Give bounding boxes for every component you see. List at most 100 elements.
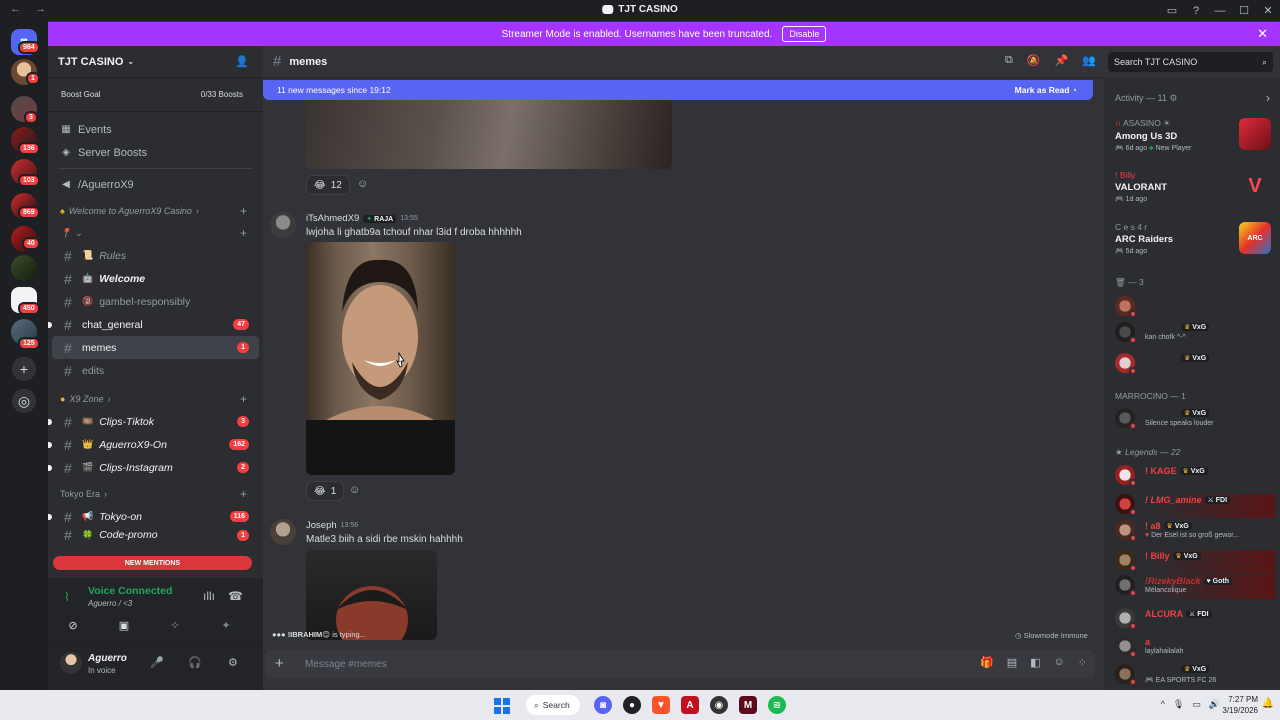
notifications-muted-icon[interactable]: 🔕: [1027, 54, 1041, 67]
system-clock[interactable]: 7:27 PM 3/19/2026: [1222, 694, 1258, 716]
volume-icon[interactable]: 🔊: [1209, 699, 1220, 710]
minimize-button[interactable]: —: [1208, 5, 1232, 17]
member-item[interactable]: ♛ VxG: [1115, 353, 1275, 377]
voice-channel-label[interactable]: Aguerro / <3: [88, 599, 132, 608]
category-x9zone[interactable]: ● X9 Zone › +: [48, 388, 263, 410]
activity-card[interactable]: ! Billy VALORANT 🎮 1d ago V: [1115, 170, 1275, 203]
server-boosts-link[interactable]: ◈ Server Boosts: [48, 141, 263, 164]
reaction-chip[interactable]: 😂 1: [306, 481, 345, 501]
add-reaction-icon[interactable]: ☺: [349, 484, 360, 496]
inbox-icon[interactable]: ▭: [1160, 4, 1184, 17]
member-item[interactable]: ! Billy ♛ VxG: [1115, 550, 1275, 574]
category-welcome[interactable]: ♠ Welcome to AguerroX9 Casino › +: [48, 200, 263, 222]
member-item[interactable]: [1115, 296, 1275, 320]
activity-card[interactable]: C e s 4 r ARC Raiders 🎮 5d ago ARC: [1115, 222, 1275, 255]
screen-share-button[interactable]: ▣: [99, 616, 149, 634]
member-item[interactable]: ♛ VxG kan chofk ^-^: [1115, 322, 1275, 346]
avatar[interactable]: [60, 652, 82, 674]
channel-clips-tiktok[interactable]: # 🎞️ Clips-Tiktok 3: [48, 410, 259, 433]
channel-clips-instagram[interactable]: # 🎬 Clips-Instagram 2: [48, 456, 259, 479]
channel-aguerrox9-on[interactable]: # 👑 AguerroX9-On 162: [48, 433, 259, 456]
channel-gambel-responsibly[interactable]: # 🔞 gambel-responsibly: [52, 290, 259, 313]
message-input[interactable]: [305, 656, 905, 672]
new-mentions-pill[interactable]: NEW MENTIONS: [53, 556, 252, 570]
username[interactable]: Aguerro: [88, 653, 127, 664]
server-icon[interactable]: [11, 255, 37, 281]
maximize-button[interactable]: ☐: [1232, 4, 1256, 17]
message-image[interactable]: [306, 550, 437, 640]
emoji-icon[interactable]: ☺: [1054, 656, 1065, 669]
deafened-icon[interactable]: 🎧: [188, 656, 202, 669]
add-channel-icon[interactable]: +: [240, 487, 247, 501]
channel-memes[interactable]: # memes 1: [52, 336, 259, 359]
threads-icon[interactable]: ⧉: [1005, 54, 1013, 67]
author-name[interactable]: iTsAhmedX9: [306, 213, 359, 224]
mark-as-read-button[interactable]: Mark as Read ◔: [1015, 85, 1077, 95]
activities-button[interactable]: ⁘: [150, 616, 200, 634]
channel-rules[interactable]: # 📜 Rules: [52, 244, 259, 267]
channel-tokyo-on[interactable]: # 📢 Tokyo-on 116: [48, 505, 259, 528]
pinned-icon[interactable]: 📌: [1055, 54, 1069, 67]
member-item[interactable]: !RizekyBlack ♥ Goth Mélancolique: [1115, 575, 1275, 599]
member-item[interactable]: ! KAGE ♛ VxG: [1115, 465, 1275, 489]
help-icon[interactable]: ?: [1184, 5, 1208, 17]
add-channel-icon[interactable]: +: [240, 226, 247, 240]
server-header[interactable]: TJT CASINO ⌄ 👤: [48, 46, 263, 78]
message-list[interactable]: 😂 12 ☺ iTsAhmedX9 ✦ RAJA 13:55 lwjoha li…: [263, 100, 1104, 640]
microphone-icon[interactable]: 🎙: [1173, 699, 1184, 710]
avatar[interactable]: [270, 519, 296, 545]
add-channel-icon[interactable]: +: [240, 204, 247, 218]
back-button[interactable]: ←: [10, 3, 21, 15]
add-server-icon[interactable]: +: [12, 357, 36, 381]
search-input[interactable]: Search TJT CASINO ⌕: [1108, 52, 1273, 72]
app-taskbar-icon[interactable]: M: [739, 696, 757, 714]
category-unnamed[interactable]: 📍 ⌄ +: [48, 222, 263, 244]
channel-aguerrox9[interactable]: ◀ /AguerroX9: [48, 173, 263, 196]
discord-taskbar-icon[interactable]: ◙: [594, 696, 612, 714]
github-taskbar-icon[interactable]: ●: [623, 696, 641, 714]
activity-header[interactable]: Activity — 11 ⚙: [1115, 93, 1177, 104]
brave-taskbar-icon[interactable]: ▼: [652, 696, 670, 714]
author-name[interactable]: Joseph: [306, 520, 337, 531]
channel-edits[interactable]: # edits: [52, 359, 259, 382]
add-reaction-icon[interactable]: ☺: [357, 178, 368, 190]
app-a-taskbar-icon[interactable]: A: [681, 696, 699, 714]
windows-start-icon[interactable]: [494, 698, 510, 714]
chevron-right-icon[interactable]: ›: [1266, 91, 1270, 105]
gear-icon[interactable]: ⚙: [228, 656, 238, 669]
forward-button[interactable]: →: [35, 3, 46, 15]
channel-code-promo[interactable]: # 🍀 Code-promo 1: [52, 528, 259, 542]
message-image[interactable]: [306, 100, 672, 169]
taskbar-search[interactable]: ⌕ Search: [526, 695, 580, 715]
add-attachment-button[interactable]: +: [275, 655, 284, 672]
network-icon[interactable]: ▭: [1192, 699, 1201, 710]
member-item[interactable]: ♛ VxG 🎮 EA SPORTS FC 26: [1115, 664, 1275, 688]
chevron-up-icon[interactable]: ^: [1161, 699, 1165, 710]
soundboard-button[interactable]: ✦: [201, 616, 251, 634]
close-window-button[interactable]: ✕: [1256, 4, 1280, 17]
spotify-taskbar-icon[interactable]: ≋: [768, 696, 786, 714]
avatar[interactable]: [270, 212, 296, 238]
member-item[interactable]: ! a8 ♛ VxG ♥ Der Esel ist so groß gewor.…: [1115, 520, 1275, 544]
discover-icon[interactable]: ◎: [12, 389, 36, 413]
signal-icon[interactable]: ⌇: [64, 590, 70, 604]
member-item[interactable]: ALCURA ⚔ FDI: [1115, 608, 1275, 632]
apps-icon[interactable]: ⁘: [1078, 656, 1087, 669]
noise-suppression-icon[interactable]: ıllı: [203, 589, 215, 603]
boost-goal[interactable]: Boost Goal 0/33 Boosts: [48, 78, 263, 112]
category-tokyo[interactable]: Tokyo Era › +: [48, 483, 263, 505]
disconnect-icon[interactable]: ☎: [228, 589, 243, 603]
notification-bell-icon[interactable]: 🔔: [1262, 698, 1274, 709]
channel-welcome[interactable]: # 🤖 Welcome: [52, 267, 259, 290]
add-channel-icon[interactable]: +: [240, 392, 247, 406]
disable-streamer-button[interactable]: Disable: [782, 26, 827, 42]
events-link[interactable]: ▦ Events: [48, 118, 263, 141]
mic-muted-icon[interactable]: 🎤: [150, 656, 164, 669]
app-taskbar-icon[interactable]: ◉: [710, 696, 728, 714]
camera-off-button[interactable]: ⊘: [48, 616, 98, 634]
new-messages-bar[interactable]: 11 new messages since 19:12 Mark as Read…: [263, 80, 1093, 100]
activity-card[interactable]: ∩ ASASINO ☀ Among Us 3D 🎮 6d ago ♣ New P…: [1115, 118, 1275, 152]
message-image[interactable]: [306, 242, 455, 475]
add-member-icon[interactable]: 👤: [235, 55, 249, 68]
member-list-icon[interactable]: 👥: [1082, 54, 1096, 67]
